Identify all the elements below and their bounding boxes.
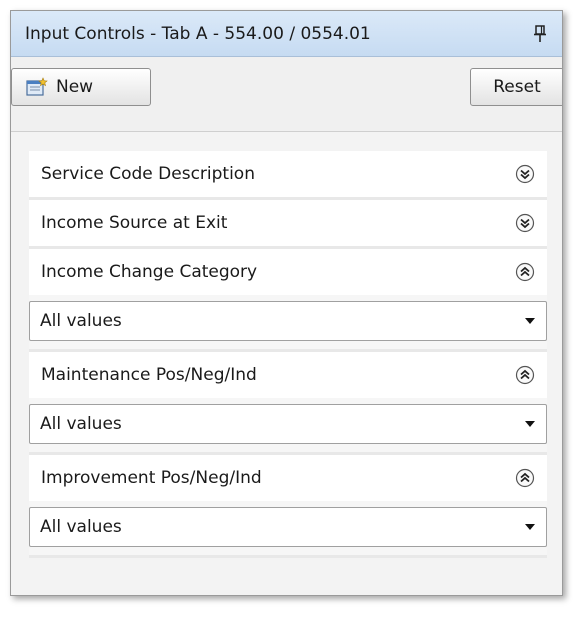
section-header[interactable]: Service Code Description [29, 151, 547, 197]
section-body: All values [29, 501, 547, 555]
reset-button[interactable]: Reset [470, 68, 562, 106]
chevron-down-icon [525, 524, 535, 530]
expand-icon[interactable] [515, 164, 535, 184]
collapse-icon[interactable] [515, 365, 535, 385]
new-button[interactable]: New [11, 68, 151, 106]
title-bar: Input Controls - Tab A - 554.00 / 0554.0… [11, 11, 562, 57]
section-service-code-description: Service Code Description [29, 151, 547, 200]
section-header[interactable]: Maintenance Pos/Neg/Ind [29, 352, 547, 398]
improvement-pos-neg-ind-select[interactable]: All values [29, 507, 547, 547]
chevron-down-icon [525, 421, 535, 427]
panel-title: Input Controls - Tab A - 554.00 / 0554.0… [25, 23, 371, 44]
section-label: Maintenance Pos/Neg/Ind [41, 365, 257, 385]
income-change-category-select[interactable]: All values [29, 301, 547, 341]
maintenance-pos-neg-ind-select[interactable]: All values [29, 404, 547, 444]
section-maintenance-pos-neg-ind: Maintenance Pos/Neg/Ind All values [29, 352, 547, 455]
section-body: All values [29, 295, 547, 349]
input-controls-panel: Input Controls - Tab A - 554.00 / 0554.0… [10, 10, 563, 596]
chevron-down-icon [525, 318, 535, 324]
section-header[interactable]: Income Change Category [29, 249, 547, 295]
collapse-icon[interactable] [515, 468, 535, 488]
select-value: All values [40, 414, 122, 434]
expand-icon[interactable] [515, 213, 535, 233]
new-document-icon [26, 77, 48, 96]
section-label: Service Code Description [41, 164, 255, 184]
reset-button-label: Reset [493, 77, 541, 97]
section-label: Improvement Pos/Neg/Ind [41, 468, 262, 488]
section-header[interactable]: Improvement Pos/Neg/Ind [29, 455, 547, 501]
select-value: All values [40, 517, 122, 537]
section-income-source-at-exit: Income Source at Exit [29, 200, 547, 249]
select-value: All values [40, 311, 122, 331]
section-label: Income Source at Exit [41, 213, 228, 233]
pin-icon[interactable] [532, 24, 548, 44]
collapse-icon[interactable] [515, 262, 535, 282]
input-control-sections: Service Code Description Income Source a… [29, 151, 547, 558]
section-income-change-category: Income Change Category All values [29, 249, 547, 352]
section-body: All values [29, 398, 547, 452]
section-label: Income Change Category [41, 262, 258, 282]
section-header[interactable]: Income Source at Exit [29, 200, 547, 246]
section-improvement-pos-neg-ind: Improvement Pos/Neg/Ind All values [29, 455, 547, 558]
toolbar: New Reset [11, 57, 562, 132]
new-button-label: New [56, 77, 94, 97]
